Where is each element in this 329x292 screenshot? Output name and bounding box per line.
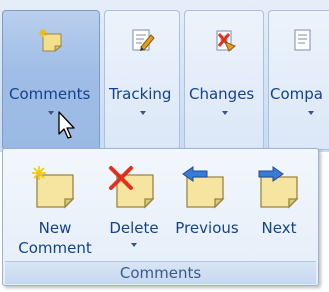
ribbon-group-comments[interactable]: Comments (2, 10, 100, 150)
ribbon-group-compare-label: Compa (270, 85, 323, 103)
new-comment-icon (39, 29, 63, 53)
tracking-icon (132, 29, 155, 51)
chevron-down-icon (131, 243, 137, 247)
delete-comment-button[interactable]: Delete (101, 159, 167, 259)
new-comment-icon (32, 166, 75, 209)
next-comment-button[interactable]: Next (247, 159, 311, 259)
previous-comment-label: Previous (175, 219, 239, 237)
ribbon-group-changes[interactable]: Changes (184, 10, 264, 150)
new-comment-label-line2: Comment (18, 239, 92, 257)
chevron-down-icon (140, 111, 146, 115)
chevron-down-icon (222, 111, 228, 115)
next-comment-label: Next (261, 219, 297, 237)
ribbon-review-tab: Comments Tracking Changes Compa (0, 0, 329, 152)
new-comment-button[interactable]: New Comment (9, 159, 101, 259)
delete-comment-label: Delete (109, 219, 159, 237)
next-comment-icon (258, 166, 299, 209)
ribbon-group-compare[interactable]: Compa (268, 10, 329, 150)
ribbon-group-tracking[interactable]: Tracking (104, 10, 180, 150)
ribbon-group-changes-label: Changes (189, 85, 255, 103)
mouse-cursor-icon (58, 111, 75, 139)
chevron-down-icon (48, 111, 54, 115)
previous-comment-icon (182, 166, 225, 209)
group-label-comments: Comments (5, 261, 316, 284)
previous-comment-button[interactable]: Previous (169, 159, 245, 259)
compare-icon (294, 29, 311, 51)
delete-comment-icon (109, 166, 155, 209)
ribbon-group-tracking-label: Tracking (109, 85, 172, 103)
chevron-down-icon (308, 111, 314, 115)
ribbon-group-comments-label: Comments (9, 85, 91, 103)
changes-icon (216, 30, 236, 52)
new-comment-label-line1: New (38, 219, 72, 237)
comments-dropdown-panel: New Comment Delete Previous Next Comment… (2, 148, 319, 286)
